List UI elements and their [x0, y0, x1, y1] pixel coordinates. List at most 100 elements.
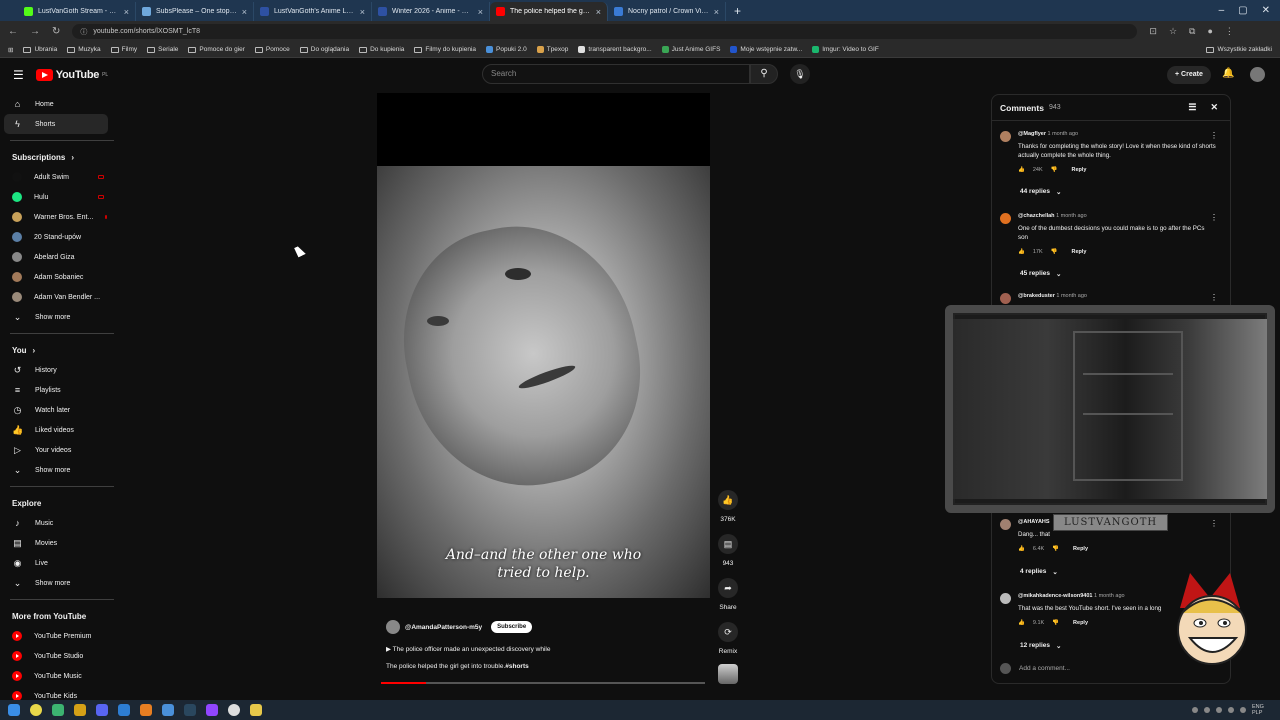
more-options-icon[interactable]: ⋮ [1210, 131, 1218, 140]
search-input[interactable]: Search [482, 64, 750, 84]
replies-toggle[interactable]: 12 replies ⌄ [1020, 642, 1061, 650]
tray-icon[interactable] [1192, 707, 1198, 713]
sidebar-item[interactable]: YouTube Music [0, 666, 116, 686]
video-description-line1[interactable]: ▶ The police officer made an unexpected … [386, 645, 550, 653]
tray-icon[interactable] [1216, 707, 1222, 713]
sidebar-item[interactable]: ◉ Live [0, 553, 116, 573]
minimize-icon[interactable]: – [1219, 5, 1225, 16]
reply-button[interactable]: Reply [1072, 249, 1087, 255]
notifications-bell-icon[interactable]: 🔔 [1222, 68, 1234, 79]
sidebar-item[interactable]: ↺ History [0, 360, 116, 380]
comment-avatar[interactable] [1000, 593, 1011, 604]
sort-icon[interactable]: ☰ [1188, 102, 1196, 113]
bookmark-item[interactable]: Pomoce do gier [188, 46, 245, 53]
comment-author[interactable]: @mikahkadence-wilson9401 [1018, 593, 1092, 599]
bookmark-item[interactable]: Filmy do kupienia [414, 46, 476, 53]
account-avatar[interactable] [1250, 67, 1265, 82]
like-icon[interactable]: 👍 [1018, 546, 1025, 552]
channel-name[interactable]: @AmandaPatterson-m5y [405, 624, 482, 631]
new-tab-button[interactable]: + [726, 2, 749, 21]
sound-thumbnail[interactable] [718, 664, 738, 684]
back-icon[interactable]: ← [8, 26, 18, 37]
more-options-icon[interactable]: ⋮ [1210, 519, 1218, 528]
browser-tab[interactable]: The police helped the girl g × [490, 2, 608, 21]
comment-author[interactable]: @AHAYAHS [1018, 519, 1050, 525]
close-window-icon[interactable]: ✕ [1262, 5, 1270, 16]
bookmark-item[interactable]: Tpexop [536, 46, 568, 53]
sidebar-item[interactable]: ♪ Music [0, 513, 116, 533]
folder-icon[interactable] [250, 704, 262, 716]
subscribe-button[interactable]: Subscribe [491, 621, 533, 633]
show-more-subscriptions[interactable]: ⌄ Show more [0, 307, 116, 327]
like-button[interactable]: 👍 [718, 490, 738, 510]
twitch-icon[interactable] [206, 704, 218, 716]
steam-icon[interactable] [184, 704, 196, 716]
comment-author[interactable]: @brakeduster [1018, 293, 1055, 299]
volume-icon[interactable] [1240, 707, 1246, 713]
like-icon[interactable]: 👍 [1018, 620, 1025, 626]
install-icon[interactable]: ⊡ [1149, 26, 1157, 37]
sidebar-item[interactable]: YouTube Studio [0, 646, 116, 666]
app-icon[interactable] [52, 704, 64, 716]
maximize-icon[interactable]: ▢ [1238, 5, 1247, 16]
bookmark-item[interactable]: Filmy [110, 46, 137, 53]
video-description-line2[interactable]: The police helped the girl get into trou… [386, 663, 529, 670]
hamburger-menu-icon[interactable]: ☰ [13, 68, 24, 82]
show-more-explore[interactable]: ⌄ Show more [0, 573, 116, 593]
like-icon[interactable]: 👍 [1018, 167, 1025, 173]
start-icon[interactable] [8, 704, 20, 716]
comment-author[interactable]: @chazchellah [1018, 213, 1055, 219]
bookmark-item[interactable]: Do oglądania [299, 46, 349, 53]
menu-icon[interactable]: ⋮ [1225, 26, 1234, 37]
app-icon[interactable] [162, 704, 174, 716]
reply-button[interactable]: Reply [1072, 167, 1087, 173]
subscriptions-heading[interactable]: Subscriptions › [0, 147, 116, 167]
sidebar-item[interactable]: Warner Bros. Ent... [0, 207, 116, 227]
bookmark-item[interactable]: Just Anime GIFS [661, 46, 720, 53]
more-options-icon[interactable]: ⋮ [1210, 213, 1218, 222]
browser-tab[interactable]: Winter 2026 - Anime - MyAnim × [372, 2, 490, 21]
video-progress-bar[interactable] [381, 682, 705, 684]
sidebar-item[interactable]: ϟ Shorts [4, 114, 108, 134]
tab-close-icon[interactable]: × [478, 7, 483, 17]
bookmark-star-icon[interactable]: ☆ [1169, 26, 1177, 37]
comment-avatar[interactable] [1000, 293, 1011, 304]
hashtag-link[interactable]: #shorts [505, 663, 528, 670]
you-heading[interactable]: You › [0, 340, 116, 360]
reply-button[interactable]: Reply [1073, 546, 1088, 552]
bookmark-item[interactable]: Do kupienia [359, 46, 404, 53]
shorts-video-player[interactable]: And–and the other one who tried to help. [377, 93, 710, 598]
remix-button[interactable]: ⟳ [718, 622, 738, 642]
share-button[interactable]: ➦ [718, 578, 738, 598]
dislike-icon[interactable]: 👎 [1051, 167, 1058, 173]
extension-icon[interactable]: ⧉ [1189, 26, 1195, 37]
channel-avatar[interactable] [386, 620, 400, 634]
create-button[interactable]: + Create [1167, 66, 1211, 84]
sidebar-item[interactable]: YouTube Premium [0, 626, 116, 646]
more-options-icon[interactable]: ⋮ [1210, 293, 1218, 302]
wifi-icon[interactable] [1228, 707, 1234, 713]
browser-tab[interactable]: Nocny patrol / Crown Vic (201 × [608, 2, 726, 21]
show-more-you[interactable]: ⌄ Show more [0, 460, 116, 480]
tab-close-icon[interactable]: × [242, 7, 247, 17]
browser-tab[interactable]: SubsPlease – One stop shop fo × [136, 2, 254, 21]
profile-icon[interactable]: ● [1207, 26, 1212, 37]
comments-button[interactable]: ▤ [718, 534, 738, 554]
comment-avatar[interactable] [1000, 213, 1011, 224]
bookmark-item[interactable]: Popuki 2.0 [486, 46, 527, 53]
sidebar-item[interactable]: ≡ Playlists [0, 380, 116, 400]
language-indicator[interactable]: ENG PLP [1252, 704, 1274, 716]
url-field[interactable]: ⓘ youtube.com/shorts/lXOSMT_lcT8 [72, 24, 1138, 39]
sidebar-item[interactable]: 20 Stand-upów [0, 227, 116, 247]
bookmark-item[interactable]: Muzyka [67, 46, 101, 53]
bookmark-item[interactable]: Pomoce [254, 46, 290, 53]
sidebar-item[interactable]: Adult Swim [0, 167, 116, 187]
sidebar-item[interactable]: Adam Sobaniec [0, 267, 116, 287]
browser-tab[interactable]: LustVanGoth Stream - Watch L × [18, 2, 136, 21]
replies-toggle[interactable]: 44 replies ⌄ [1020, 188, 1061, 196]
tab-close-icon[interactable]: × [596, 7, 601, 17]
app-icon[interactable] [118, 704, 130, 716]
replies-toggle[interactable]: 45 replies ⌄ [1020, 270, 1061, 278]
chrome-icon[interactable] [30, 704, 42, 716]
sidebar-item[interactable]: ◷ Watch later [0, 400, 116, 420]
